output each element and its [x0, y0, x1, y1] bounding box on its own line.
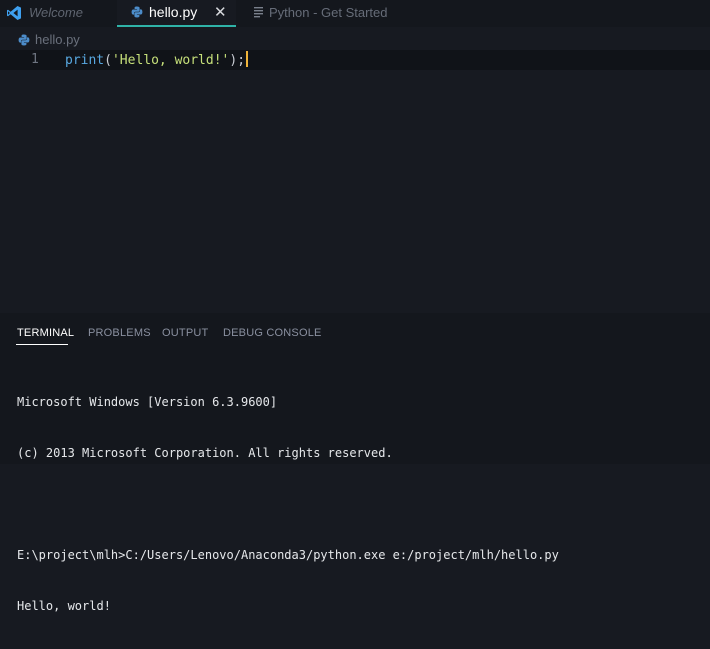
line-number: 1 [31, 52, 39, 67]
terminal-line: (c) 2013 Microsoft Corporation. All righ… [17, 446, 393, 460]
tab-problems[interactable]: PROBLEMS [88, 327, 151, 339]
active-tab-indicator [16, 344, 68, 345]
terminal-line: Microsoft Windows [Version 6.3.9600] [17, 395, 278, 409]
text-cursor [246, 51, 249, 67]
tab-hello-py[interactable]: hello.py ✕ [117, 0, 236, 27]
tab-welcome-label: Welcome [29, 5, 83, 20]
tab-hello-py-label: hello.py [149, 4, 198, 20]
terminal-line: E:\project\mlh>C:/Users/Lenovo/Anaconda3… [17, 548, 559, 562]
code-open-paren: ( [104, 53, 112, 68]
tab-output[interactable]: OUTPUT [162, 327, 208, 339]
bottom-panel: TERMINAL PROBLEMS OUTPUT DEBUG CONSOLE M… [0, 313, 710, 613]
vscode-logo-icon [7, 6, 21, 20]
tab-welcome[interactable]: Welcome [0, 0, 115, 27]
document-lines-icon [254, 7, 263, 18]
tab-debug-console[interactable]: DEBUG CONSOLE [223, 327, 322, 339]
close-icon[interactable]: ✕ [214, 0, 227, 25]
tab-terminal[interactable]: TERMINAL [17, 327, 74, 339]
code-line[interactable]: print('Hello, world!'); [65, 51, 249, 70]
code-string-token: 'Hello, world!' [111, 53, 230, 68]
code-function-token: print [65, 53, 105, 68]
editor-tab-bar: Welcome hello.py ✕ Python - Get Started [0, 0, 710, 27]
terminal-line: Hello, world! [17, 599, 111, 613]
tab-python-get-started-label: Python - Get Started [269, 5, 388, 20]
code-close-paren: ); [229, 53, 246, 68]
terminal-output[interactable]: Microsoft Windows [Version 6.3.9600] (c)… [17, 360, 559, 649]
breadcrumb-file: hello.py [35, 32, 80, 47]
tab-python-get-started[interactable]: Python - Get Started [236, 0, 406, 27]
python-file-icon [18, 34, 30, 46]
python-file-icon [131, 6, 143, 18]
